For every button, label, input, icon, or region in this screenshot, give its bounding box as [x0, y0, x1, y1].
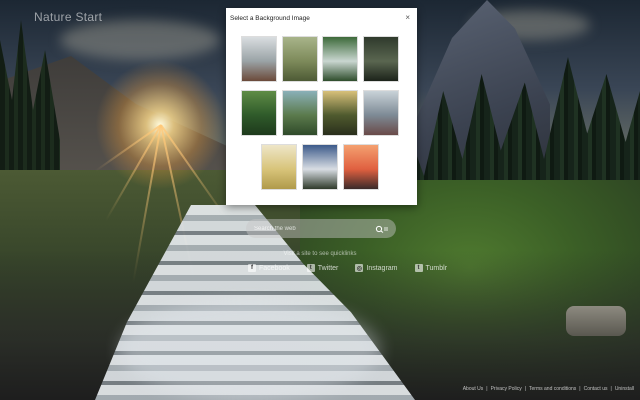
- footer-separator: |: [610, 386, 612, 392]
- footer-link-terms[interactable]: Terms and conditions: [529, 386, 576, 392]
- instagram-icon: ◎: [355, 264, 364, 272]
- brand-logo: Nature Start: [34, 10, 103, 24]
- waterfall-mist: [120, 300, 380, 400]
- search-icon[interactable]: [374, 224, 390, 234]
- tumblr-icon: t: [414, 264, 423, 272]
- thumbnail-image: [283, 91, 317, 135]
- search-input[interactable]: [246, 224, 374, 233]
- quicklink-instagram[interactable]: ◎ Instagram: [355, 264, 398, 272]
- background-thumbnail-waterfall-green[interactable]: [322, 36, 358, 82]
- thumbnail-image: [344, 145, 378, 189]
- footer-link-about[interactable]: About Us: [463, 386, 484, 392]
- footer-separator: |: [579, 386, 581, 392]
- thumbnail-image: [283, 37, 317, 81]
- quicklink-label: Facebook: [259, 264, 290, 272]
- thumbnail-image: [323, 37, 357, 81]
- background-thumbnail-canoe-lake[interactable]: [241, 36, 277, 82]
- background-thumbnail-yosemite-cliff[interactable]: [302, 144, 338, 190]
- quicklink-label: Tumblr: [425, 264, 448, 272]
- thumbnail-image: [262, 145, 296, 189]
- twitter-icon: t: [306, 264, 315, 272]
- background-thumbnail-sunset-water[interactable]: [343, 144, 379, 190]
- quicklink-label: Instagram: [366, 264, 398, 272]
- footer-link-privacy[interactable]: Privacy Policy: [491, 386, 522, 392]
- thumbnail-image: [364, 37, 398, 81]
- cloud: [60, 20, 220, 60]
- quicklinks-title: Visit a site to see quicklinks: [283, 251, 357, 257]
- dialog-header: Select a Background Image ×: [226, 8, 417, 28]
- dialog-title: Select a Background Image: [230, 14, 310, 22]
- close-icon[interactable]: ×: [405, 14, 410, 22]
- footer-separator: |: [524, 386, 527, 392]
- background-thumbnail-dark-bridge[interactable]: [363, 36, 399, 82]
- quicklink-label: Twitter: [317, 264, 339, 272]
- footer-link-contact[interactable]: Contact us: [584, 386, 608, 392]
- quicklink-facebook[interactable]: f Facebook: [248, 264, 290, 272]
- footer-separator: |: [486, 386, 488, 392]
- background-thumbnail-golden-grass[interactable]: [261, 144, 297, 190]
- background-thumbnail-mountain-valley[interactable]: [282, 90, 318, 136]
- background-picker-dialog: Select a Background Image ×: [226, 8, 417, 205]
- thumbnail-image: [303, 145, 337, 189]
- thumbnail-image: [364, 91, 398, 135]
- thumbnail-image: [242, 37, 276, 81]
- quicklink-twitter[interactable]: t Twitter: [306, 264, 339, 272]
- background-thumbnail-forest-path[interactable]: [322, 90, 358, 136]
- rock: [566, 306, 626, 336]
- facebook-icon: f: [248, 264, 256, 272]
- quicklinks: f Facebook t Twitter ◎ Instagram t Tumbl…: [248, 264, 447, 272]
- background-thumbnail-cliff-person[interactable]: [363, 90, 399, 136]
- thumbnail-image: [323, 91, 357, 135]
- thumbnail-image: [242, 91, 276, 135]
- background-thumbnail-misty-forest[interactable]: [282, 36, 318, 82]
- footer-link-uninstall[interactable]: Uninstall: [615, 386, 634, 392]
- footer-links: About Us | Privacy Policy | Terms and co…: [463, 386, 634, 392]
- search-bar[interactable]: [246, 219, 396, 238]
- background-thumbnail-jungle-green[interactable]: [241, 90, 277, 136]
- quicklink-tumblr[interactable]: t Tumblr: [414, 264, 448, 272]
